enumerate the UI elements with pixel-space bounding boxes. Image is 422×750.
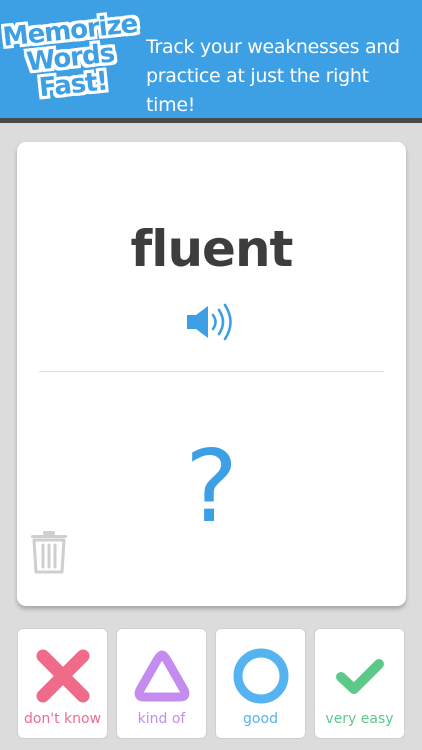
kind-of-label: kind of	[137, 711, 186, 727]
checkmark-icon	[336, 659, 384, 694]
good-label: good	[243, 711, 278, 727]
speaker-icon[interactable]	[185, 302, 239, 342]
app-logo: Memorize Words Fast!	[1, 9, 141, 116]
answer-buttons: don't know kind of good very easy	[17, 628, 406, 740]
tagline-line-2: practice at just the right time!	[146, 65, 369, 116]
very-easy-button[interactable]: very easy	[314, 628, 405, 739]
hidden-answer-placeholder: ?	[184, 428, 239, 545]
dont-know-button[interactable]: don't know	[17, 628, 108, 739]
kind-of-button[interactable]: kind of	[116, 628, 207, 739]
promo-banner: Memorize Words Fast! Track your weakness…	[0, 0, 422, 118]
flashcard-word: fluent	[130, 220, 294, 278]
card-divider	[39, 371, 384, 372]
dont-know-label: don't know	[23, 711, 102, 727]
flashcard[interactable]: fluent ?	[17, 142, 406, 606]
circle-icon	[233, 648, 289, 704]
triangle-icon	[134, 650, 190, 702]
good-button[interactable]: good	[215, 628, 306, 739]
trash-icon[interactable]	[29, 530, 69, 574]
banner-tagline: Track your weaknesses and practice at ju…	[146, 33, 416, 120]
x-icon	[36, 649, 90, 703]
banner-divider	[0, 118, 422, 123]
tagline-line-1: Track your weaknesses and	[146, 36, 400, 58]
very-easy-label: very easy	[325, 711, 394, 727]
